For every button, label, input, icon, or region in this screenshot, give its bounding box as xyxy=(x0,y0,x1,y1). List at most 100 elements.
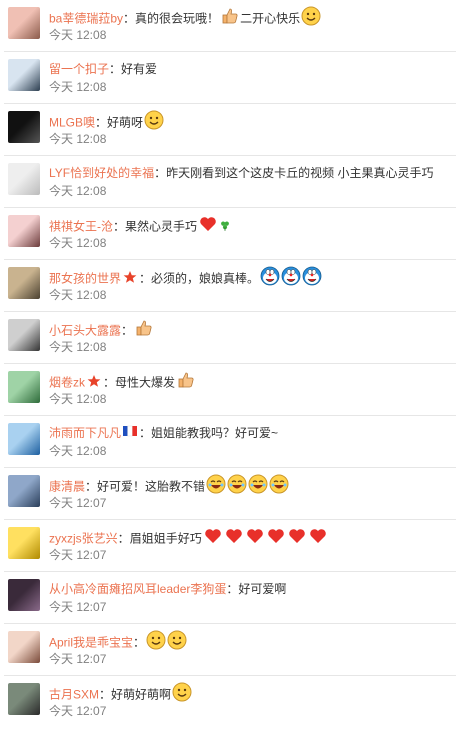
comment-text: 果然心灵手巧 xyxy=(125,219,198,234)
comment-text: 好萌好萌啊 xyxy=(111,687,172,702)
comment-row: LYF恰到好处的幸福：昨天刚看到这个这皮卡丘的视频 小主果真心灵手巧 今天 12:… xyxy=(4,156,456,208)
heart-icon xyxy=(287,526,307,548)
heart-icon xyxy=(198,214,218,236)
comment-row: 留一个扣子：好有爱 今天 12:08 xyxy=(4,52,456,104)
avatar[interactable] xyxy=(8,267,40,299)
comment-line: 那女孩的世界 ：必须的，娘娘真棒。 xyxy=(49,266,456,288)
colon: ： xyxy=(103,375,116,390)
comment-row: zyxzjs张艺兴：眉姐姐手好巧 今天 12:07 xyxy=(4,520,456,572)
commenter-name-link[interactable]: 古月SXM xyxy=(49,688,99,702)
comment-line: 祺祺女王-沧：果然心灵手巧 xyxy=(49,214,456,236)
commenter-name-link[interactable]: zyxzjs张艺兴 xyxy=(49,532,118,546)
avatar[interactable] xyxy=(8,7,40,39)
avatar[interactable] xyxy=(8,319,40,351)
comment-text: 必须的，娘娘真棒。 xyxy=(151,271,260,286)
comment-line: 小石头大露露： xyxy=(49,318,456,340)
avatar[interactable] xyxy=(8,111,40,143)
comment-line: 留一个扣子：好有爱 xyxy=(49,58,456,80)
comment-time: 今天 12:08 xyxy=(49,80,107,94)
comment-row: 祺祺女王-沧：果然心灵手巧 今天 12:08 xyxy=(4,208,456,260)
colon: ： xyxy=(133,635,146,650)
commenter-name-link[interactable]: 小石头大露露 xyxy=(49,324,121,338)
avatar[interactable] xyxy=(8,215,40,247)
comment-line: ba莘德瑞菈by：真的很会玩哦！ 二开心快乐 xyxy=(49,6,456,28)
comment-row: 康清晨：好可爱！这胎教不错 今天 12:07 xyxy=(4,468,456,520)
commenter-name-link[interactable]: ba莘德瑞菈by xyxy=(49,12,123,26)
comment-text: 姐姐能教我吗？好可爱~ xyxy=(151,426,279,440)
comment-time: 今天 12:07 xyxy=(49,704,107,718)
doraemon-icon xyxy=(281,266,301,288)
commenter-name-link[interactable]: 祺祺女王-沧 xyxy=(49,220,113,234)
comment-text: 昨天刚看到这个这皮卡丘的视频 小主果真心灵手巧 xyxy=(166,166,434,180)
heart-icon xyxy=(266,526,286,548)
avatar[interactable] xyxy=(8,683,40,715)
comment-row: 烟卷zk ：母性大爆发 今天 12:08 xyxy=(4,364,456,416)
comment-text: 好有爱 xyxy=(121,62,158,76)
comment-line: zyxzjs张艺兴：眉姐姐手好巧 xyxy=(49,526,456,548)
commenter-name-link[interactable]: 康清晨 xyxy=(49,480,85,494)
comment-row: April我是乖宝宝： 今天 12:07 xyxy=(4,624,456,676)
comment-line: 古月SXM：好萌好萌啊 xyxy=(49,682,456,704)
comment-line: 从小高冷面瘫招风耳leader李狗蛋：好可爱啊 xyxy=(49,578,456,600)
commenter-name-link[interactable]: MLGB噢 xyxy=(49,116,95,130)
comment-time: 今天 12:07 xyxy=(49,600,107,614)
colon: ： xyxy=(226,582,239,596)
avatar[interactable] xyxy=(8,475,40,507)
comment-time: 今天 12:07 xyxy=(49,496,107,510)
avatar[interactable] xyxy=(8,527,40,559)
comment-time: 今天 12:08 xyxy=(49,392,107,406)
comment-row: ba莘德瑞菈by：真的很会玩哦！ 二开心快乐 今天 12:08 xyxy=(4,0,456,52)
heart-icon xyxy=(308,526,328,548)
avatar[interactable] xyxy=(8,579,40,611)
doraemon-icon xyxy=(260,266,280,288)
avatar[interactable] xyxy=(8,371,40,403)
commenter-name-link[interactable]: 从小高冷面瘫招风耳leader李狗蛋 xyxy=(49,582,226,596)
smile-icon xyxy=(144,110,164,132)
laugh-icon xyxy=(248,474,268,496)
avatar[interactable] xyxy=(8,163,40,195)
smile-icon xyxy=(167,630,187,652)
thumbs-up-icon xyxy=(176,370,196,392)
doraemon-icon xyxy=(302,266,322,288)
avatar[interactable] xyxy=(8,59,40,91)
commenter-name-link[interactable]: 那女孩的世界 xyxy=(49,272,121,286)
commenter-name-link[interactable]: 烟卷zk xyxy=(49,376,85,390)
commenter-name-link[interactable]: LYF恰到好处的幸福 xyxy=(49,166,154,180)
colon: ： xyxy=(95,115,108,130)
colon: ： xyxy=(117,531,130,546)
comment-line: MLGB噢：好萌呀 xyxy=(49,110,456,132)
comment-line: 烟卷zk ：母性大爆发 xyxy=(49,370,456,392)
avatar[interactable] xyxy=(8,631,40,663)
comment-line: 沛雨而下凡凡 ：姐姐能教我吗？好可爱~ xyxy=(49,422,456,444)
smile-icon xyxy=(301,6,321,28)
comment-time: 今天 12:08 xyxy=(49,132,107,146)
colon: ： xyxy=(139,426,152,440)
clover-icon xyxy=(219,217,231,237)
comment-time: 今天 12:07 xyxy=(49,548,107,562)
heart-icon xyxy=(203,526,223,548)
commenter-name-link[interactable]: 留一个扣子 xyxy=(49,62,109,76)
comment-list: ba莘德瑞菈by：真的很会玩哦！ 二开心快乐 今天 12:08 留一个扣子：好有爱 今天… xyxy=(0,0,464,728)
colon: ： xyxy=(139,271,152,286)
colon: ： xyxy=(123,11,136,26)
commenter-name-link[interactable]: April我是乖宝宝 xyxy=(49,636,133,650)
comment-line: 康清晨：好可爱！这胎教不错 xyxy=(49,474,456,496)
colon: ： xyxy=(109,62,122,76)
smile-icon xyxy=(172,682,192,704)
comment-text: 好可爱！这胎教不错 xyxy=(97,479,206,494)
laugh-icon xyxy=(269,474,289,496)
colon: ： xyxy=(113,219,126,234)
comment-row: 古月SXM：好萌好萌啊 今天 12:07 xyxy=(4,676,456,728)
heart-icon xyxy=(224,526,244,548)
star-badge-icon xyxy=(123,269,137,289)
comment-line: LYF恰到好处的幸福：昨天刚看到这个这皮卡丘的视频 小主果真心灵手巧 xyxy=(49,162,456,184)
thumbs-up-icon xyxy=(134,318,154,340)
heart-icon xyxy=(245,526,265,548)
comment-row: 那女孩的世界 ：必须的，娘娘真棒。 今天 12:08 xyxy=(4,260,456,312)
commenter-name-link[interactable]: 沛雨而下凡凡 xyxy=(49,426,121,440)
comment-time: 今天 12:07 xyxy=(49,652,107,666)
avatar[interactable] xyxy=(8,423,40,455)
comment-text: 母性大爆发 xyxy=(115,375,176,390)
comment-line: April我是乖宝宝： xyxy=(49,630,456,652)
star-badge-icon xyxy=(87,373,101,393)
